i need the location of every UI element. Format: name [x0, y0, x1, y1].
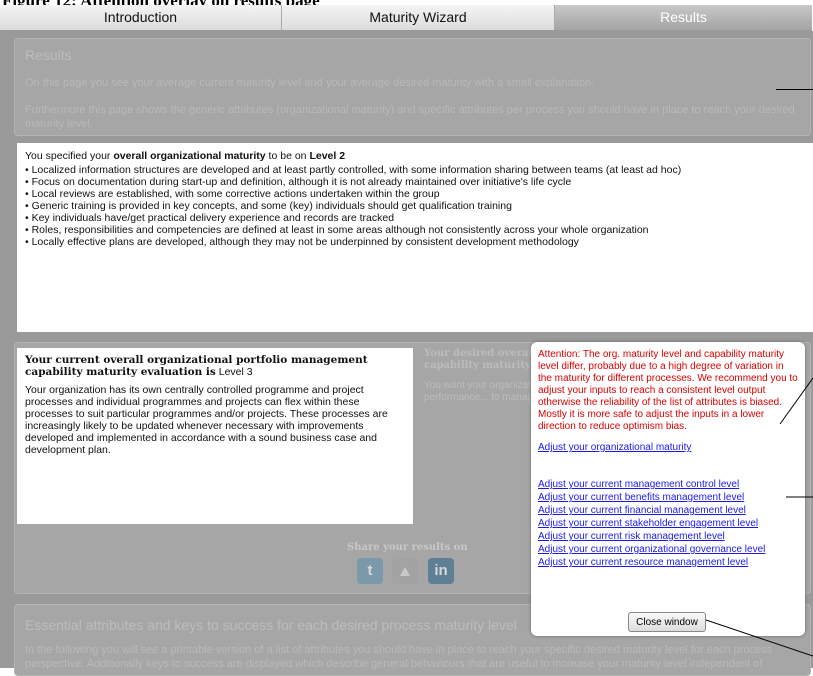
- essential-attributes-text: In the following you will see a printabl…: [25, 644, 773, 670]
- tab-bar: Introduction Maturity Wizard Results: [0, 5, 812, 31]
- close-window-button[interactable]: Close window: [628, 612, 706, 632]
- list-item: Local reviews are established, with some…: [25, 188, 805, 200]
- results-panel: Results On this page you see your averag…: [14, 38, 811, 136]
- adjust-management-control-link[interactable]: Adjust your current management control l…: [531, 478, 805, 491]
- capability-level: Level 3: [218, 366, 253, 378]
- tab-results[interactable]: Results: [555, 5, 812, 30]
- adjust-financial-management-link[interactable]: Adjust your current financial management…: [531, 504, 805, 517]
- adjust-organizational-governance-link[interactable]: Adjust your current organizational gover…: [531, 543, 805, 556]
- org-maturity-level: Level 2: [309, 150, 346, 162]
- desired-maturity-heading: Your desired overall organizational port…: [424, 348, 534, 371]
- adjust-risk-management-link[interactable]: Adjust your current risk management leve…: [531, 530, 805, 543]
- list-item: Locally effective plans are developed, a…: [25, 236, 805, 248]
- attention-warning: Attention: The org. maturity level and c…: [538, 349, 798, 432]
- attention-popup: Attention: The org. maturity level and c…: [531, 342, 805, 636]
- share-label: Share your results on: [347, 542, 468, 553]
- org-maturity-intro: You specified your overall organizationa…: [25, 150, 346, 162]
- list-item: Localized information structures are dev…: [25, 164, 805, 176]
- delicious-icon[interactable]: [392, 558, 418, 584]
- list-item: Key individuals have/get practical deliv…: [25, 212, 805, 224]
- annotation-line-1: [776, 89, 813, 90]
- adjust-benefits-management-link[interactable]: Adjust your current benefits management …: [531, 491, 805, 504]
- capability-description: Your organization has its own centrally …: [25, 384, 388, 456]
- org-maturity-list: Localized information structures are dev…: [17, 164, 813, 248]
- results-description-1: On this page you see your average curren…: [25, 77, 595, 89]
- adjust-resource-management-link[interactable]: Adjust your current resource management …: [531, 556, 805, 569]
- list-item: Roles, responsibilities and competencies…: [25, 224, 805, 236]
- list-item: Focus on documentation during start-up a…: [25, 176, 805, 188]
- capability-heading: Your current overall organizational port…: [25, 354, 368, 378]
- adjust-level-links: Adjust your current management control l…: [531, 478, 805, 569]
- adjust-stakeholder-engagement-link[interactable]: Adjust your current stakeholder engageme…: [531, 517, 805, 530]
- essential-attributes-title: Essential attributes and keys to success…: [25, 617, 517, 633]
- tab-maturity-wizard[interactable]: Maturity Wizard: [282, 5, 555, 30]
- tab-introduction[interactable]: Introduction: [0, 5, 282, 30]
- adjust-org-maturity-link[interactable]: Adjust your organizational maturity: [531, 441, 805, 454]
- twitter-icon[interactable]: t: [357, 558, 383, 584]
- list-item: Generic training is provided in key conc…: [25, 200, 805, 212]
- results-title: Results: [25, 47, 72, 63]
- linkedin-icon[interactable]: in: [428, 558, 454, 584]
- org-maturity-box: You specified your overall organizationa…: [17, 143, 813, 332]
- capability-maturity-box: Your current overall organizational port…: [17, 348, 413, 524]
- desired-maturity-box: Your desired overall organizational port…: [424, 348, 534, 468]
- results-description-2: Furthermore this page shows the generic …: [25, 104, 795, 130]
- desired-maturity-text: You want your organization to... metrics…: [424, 380, 534, 403]
